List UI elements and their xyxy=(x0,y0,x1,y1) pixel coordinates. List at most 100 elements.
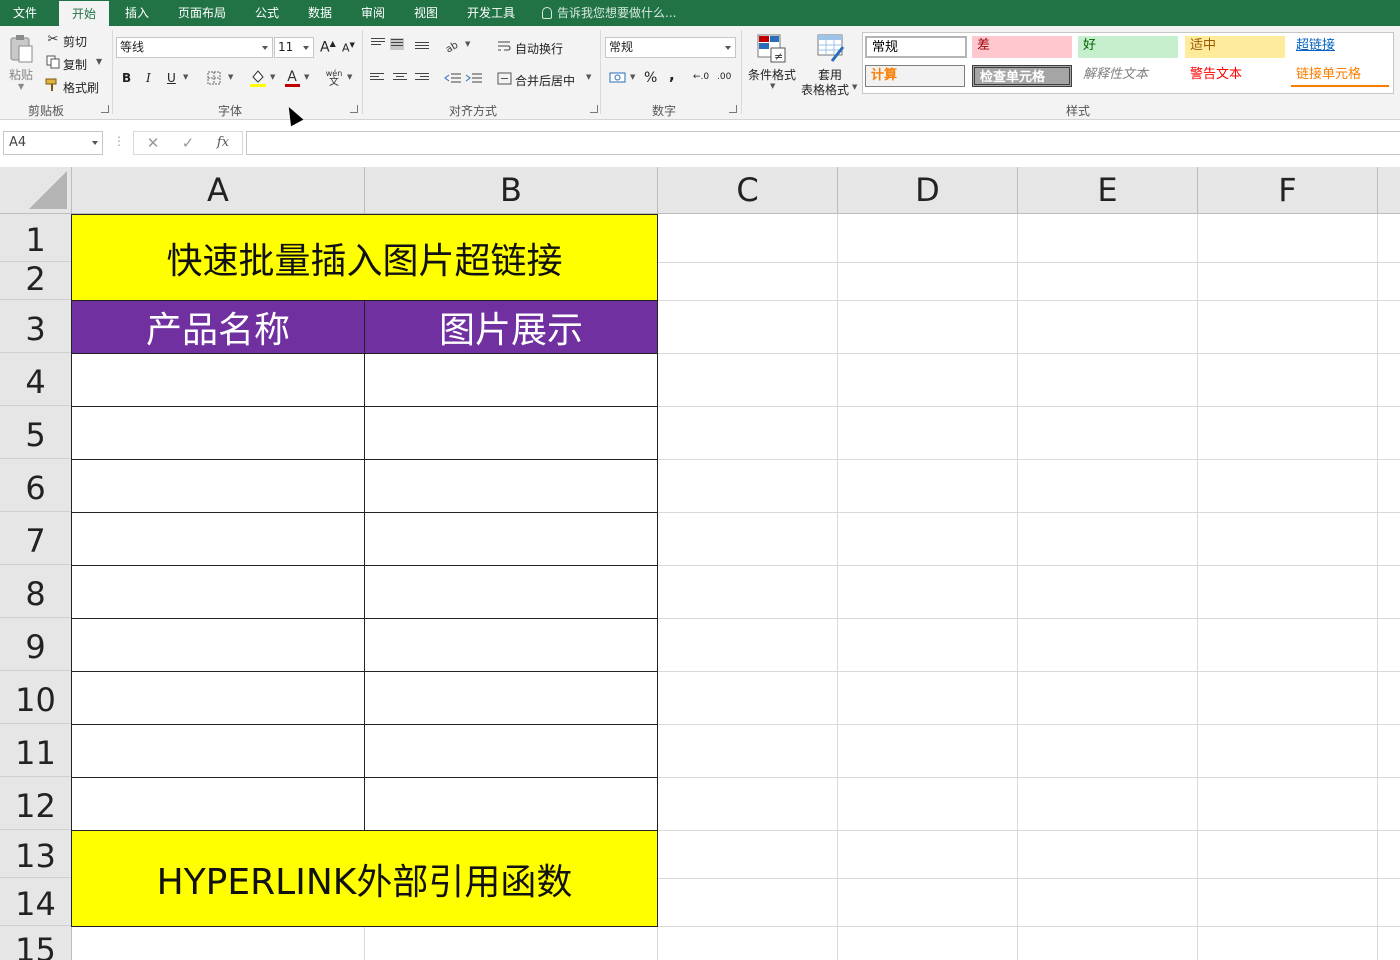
align-middle-icon[interactable] xyxy=(390,38,404,50)
enter-button[interactable]: ✓ xyxy=(173,132,203,154)
column-header-e[interactable]: E xyxy=(1018,167,1198,214)
underline-dropdown-arrow[interactable]: ▼ xyxy=(183,73,188,81)
cell-b11[interactable] xyxy=(364,724,658,778)
column-header-a[interactable]: A xyxy=(72,167,365,214)
style-good[interactable]: 好 xyxy=(1078,36,1178,58)
cell-a12[interactable] xyxy=(71,777,365,831)
name-box[interactable]: A4 xyxy=(3,131,103,155)
increase-decimal-button[interactable]: ←.0 xyxy=(693,72,709,82)
cell-a13-footer[interactable]: HYPERLINK外部引用函数 xyxy=(71,830,658,927)
merge-dropdown-arrow[interactable]: ▼ xyxy=(586,73,591,81)
font-size-select[interactable]: 11 xyxy=(274,37,314,58)
number-format-select[interactable]: 常规 xyxy=(605,37,736,58)
row-header-12[interactable]: 12 xyxy=(0,777,72,830)
font-dialog-launcher[interactable] xyxy=(350,105,358,113)
increase-indent-icon[interactable] xyxy=(465,70,483,86)
orientation-icon[interactable]: ab xyxy=(444,37,462,53)
format-as-table-label-2[interactable]: 表格格式 xyxy=(801,81,849,98)
font-color-button[interactable]: A xyxy=(284,68,300,88)
format-painter-button[interactable]: 格式刷 xyxy=(63,79,99,96)
copy-dropdown-arrow[interactable]: ▼ xyxy=(96,57,102,66)
row-header-3[interactable]: 3 xyxy=(0,300,72,353)
align-left-icon[interactable] xyxy=(370,73,384,85)
align-top-icon[interactable] xyxy=(371,38,385,50)
column-header-b[interactable]: B xyxy=(365,167,658,214)
number-dialog-launcher[interactable] xyxy=(729,105,737,113)
cell-b9[interactable] xyxy=(364,618,658,672)
phonetic-button[interactable]: wén 文 xyxy=(326,68,343,88)
select-all-button[interactable] xyxy=(0,167,72,214)
style-bad[interactable]: 差 xyxy=(972,36,1072,58)
cell-b10[interactable] xyxy=(364,671,658,725)
copy-button[interactable]: 复制 xyxy=(63,56,87,73)
cell-a6[interactable] xyxy=(71,459,365,513)
font-color-dropdown-arrow[interactable]: ▼ xyxy=(304,73,309,81)
cell-a10[interactable] xyxy=(71,671,365,725)
orientation-dropdown-arrow[interactable]: ▼ xyxy=(465,40,470,48)
conditional-format-icon[interactable]: ≠ xyxy=(755,32,787,64)
align-center-icon[interactable] xyxy=(393,73,407,85)
tab-developer[interactable]: 开发工具 xyxy=(458,0,524,26)
row-header-9[interactable]: 9 xyxy=(0,618,72,671)
paste-dropdown-arrow[interactable]: ▼ xyxy=(18,82,24,91)
row-header-7[interactable]: 7 xyxy=(0,512,72,565)
cancel-button[interactable]: ✕ xyxy=(138,132,168,154)
cell-a7[interactable] xyxy=(71,512,365,566)
fill-color-icon[interactable] xyxy=(249,68,267,88)
clipboard-dialog-launcher[interactable] xyxy=(101,105,109,113)
row-header-8[interactable]: 8 xyxy=(0,565,72,618)
row-header-1[interactable]: 1 xyxy=(0,214,72,262)
font-family-select[interactable]: 等线 xyxy=(116,37,273,58)
row-header-4[interactable]: 4 xyxy=(0,353,72,406)
cell-b12[interactable] xyxy=(364,777,658,831)
column-header-d[interactable]: D xyxy=(838,167,1018,214)
style-calculation[interactable]: 计算 xyxy=(865,65,965,87)
formula-input[interactable] xyxy=(246,131,1400,155)
tab-page-layout[interactable]: 页面布局 xyxy=(168,0,236,26)
bold-button[interactable]: B xyxy=(122,71,131,85)
cell-a9[interactable] xyxy=(71,618,365,672)
tab-review[interactable]: 审阅 xyxy=(350,0,396,26)
conditional-format-button[interactable]: 条件格式 xyxy=(748,66,796,83)
style-check-cell[interactable]: 检查单元格 xyxy=(972,65,1072,87)
row-header-5[interactable]: 5 xyxy=(0,406,72,459)
tell-me-search[interactable]: 告诉我您想要做什么... xyxy=(542,0,676,26)
tab-formulas[interactable]: 公式 xyxy=(244,0,290,26)
row-header-2[interactable]: 2 xyxy=(0,262,72,300)
format-as-table-dropdown-arrow[interactable]: ▼ xyxy=(852,83,857,91)
tab-file[interactable]: 文件 xyxy=(0,0,50,26)
decrease-indent-icon[interactable] xyxy=(444,70,462,86)
style-explanatory[interactable]: 解释性文本 xyxy=(1078,65,1178,87)
percent-style-button[interactable]: % xyxy=(644,70,657,86)
cell-b4[interactable] xyxy=(364,353,658,407)
alignment-dialog-launcher[interactable] xyxy=(590,105,598,113)
underline-button[interactable]: U xyxy=(167,71,176,85)
style-normal[interactable]: 常规 xyxy=(865,36,967,58)
style-linked-cell[interactable]: 链接单元格 xyxy=(1291,65,1389,87)
fill-color-dropdown-arrow[interactable]: ▼ xyxy=(270,73,275,81)
row-header-13[interactable]: 13 xyxy=(0,830,72,878)
paste-button[interactable] xyxy=(6,32,36,66)
cell-a3-header[interactable]: 产品名称 xyxy=(71,300,365,354)
borders-dropdown-arrow[interactable]: ▼ xyxy=(228,73,233,81)
cell-a11[interactable] xyxy=(71,724,365,778)
cut-button[interactable]: 剪切 xyxy=(63,33,87,50)
cell-a5[interactable] xyxy=(71,406,365,460)
cell-b6[interactable] xyxy=(364,459,658,513)
column-header-g[interactable] xyxy=(1378,167,1400,214)
phonetic-dropdown-arrow[interactable]: ▼ xyxy=(347,73,352,81)
style-hyperlink[interactable]: 超链接 xyxy=(1291,36,1391,58)
tab-home[interactable]: 开始 xyxy=(59,1,109,26)
align-bottom-icon[interactable] xyxy=(415,42,429,54)
currency-dropdown-arrow[interactable]: ▼ xyxy=(630,73,635,81)
tab-insert[interactable]: 插入 xyxy=(114,0,160,26)
tab-data[interactable]: 数据 xyxy=(297,0,343,26)
tab-view[interactable]: 视图 xyxy=(403,0,449,26)
cell-a1-title[interactable]: 快速批量插入图片超链接 xyxy=(71,214,658,301)
conditional-format-dropdown-arrow[interactable]: ▼ xyxy=(770,82,775,90)
borders-icon[interactable] xyxy=(206,70,222,86)
shrink-font-button[interactable]: A▼ xyxy=(342,41,355,55)
row-header-14[interactable]: 14 xyxy=(0,878,72,926)
column-header-c[interactable]: C xyxy=(658,167,838,214)
cell-a8[interactable] xyxy=(71,565,365,619)
